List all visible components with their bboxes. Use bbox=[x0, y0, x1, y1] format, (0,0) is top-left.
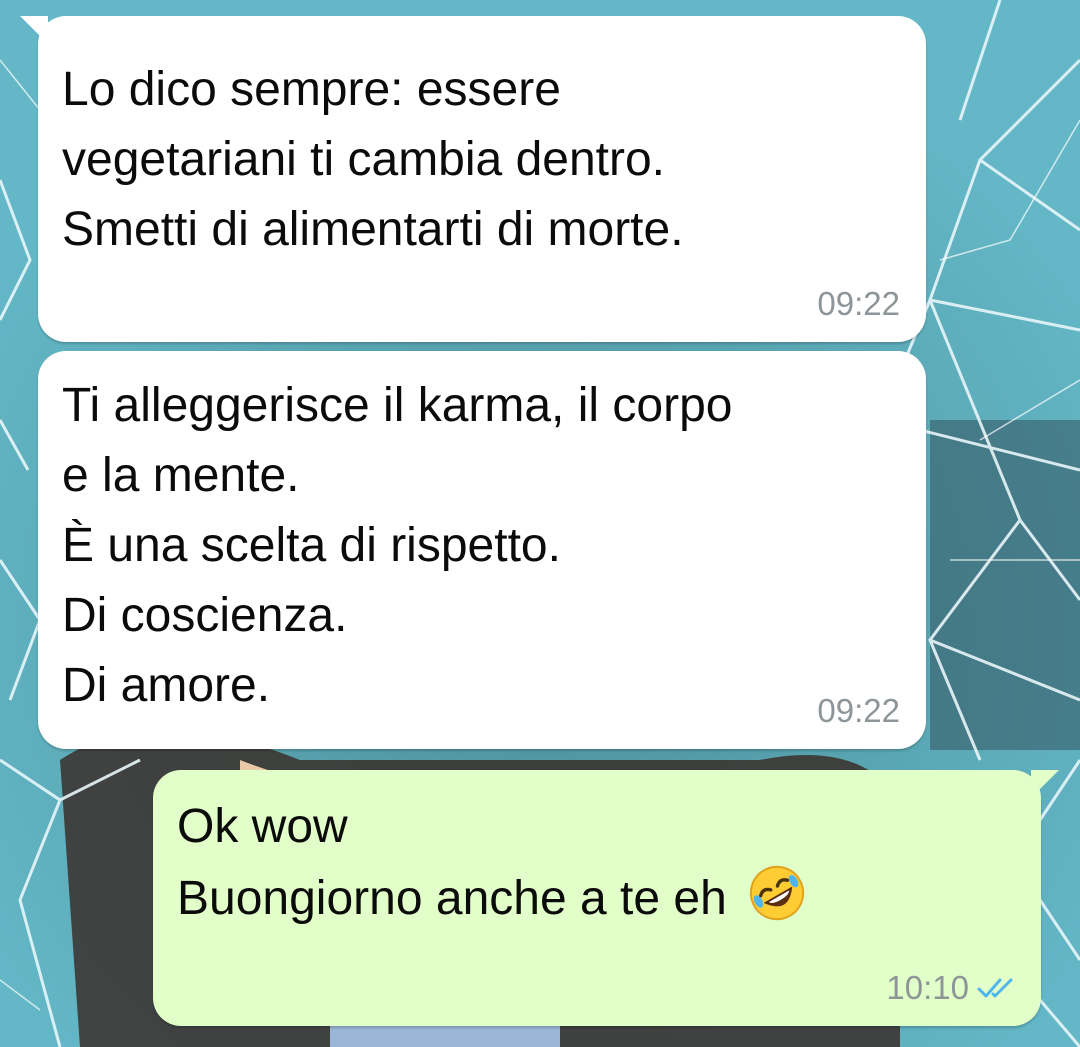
incoming-message[interactable]: Ti alleggerisce il karma, il corpo e la … bbox=[38, 351, 926, 749]
message-text: Ti alleggerisce il karma, il corpo e la … bbox=[62, 379, 733, 712]
rolling-on-the-floor-laughing-icon bbox=[750, 865, 805, 921]
message-timestamp: 09:22 bbox=[817, 692, 900, 729]
outgoing-message[interactable]: Ok wow Buongiorno anche a te eh 10:10 bbox=[153, 770, 1059, 1026]
message-text: Lo dico sempre: essere vegetariani ti ca… bbox=[62, 63, 684, 256]
message-meta: 10:10 bbox=[886, 968, 1019, 1008]
message-text: Ok wow Buongiorno anche a te eh bbox=[177, 792, 997, 934]
double-check-read-icon bbox=[977, 978, 1013, 998]
message-timestamp: 10:10 bbox=[886, 969, 969, 1006]
message-line-with-emoji: Buongiorno anche a te eh bbox=[177, 862, 997, 934]
message-timestamp: 09:22 bbox=[817, 285, 900, 322]
message-meta: 09:22 bbox=[817, 284, 900, 324]
message-line: Ok wow bbox=[177, 800, 348, 853]
message-line: Buongiorno anche a te eh bbox=[177, 872, 727, 925]
incoming-message[interactable]: Lo dico sempre: essere vegetariani ti ca… bbox=[20, 16, 926, 342]
message-meta: 09:22 bbox=[817, 691, 900, 731]
